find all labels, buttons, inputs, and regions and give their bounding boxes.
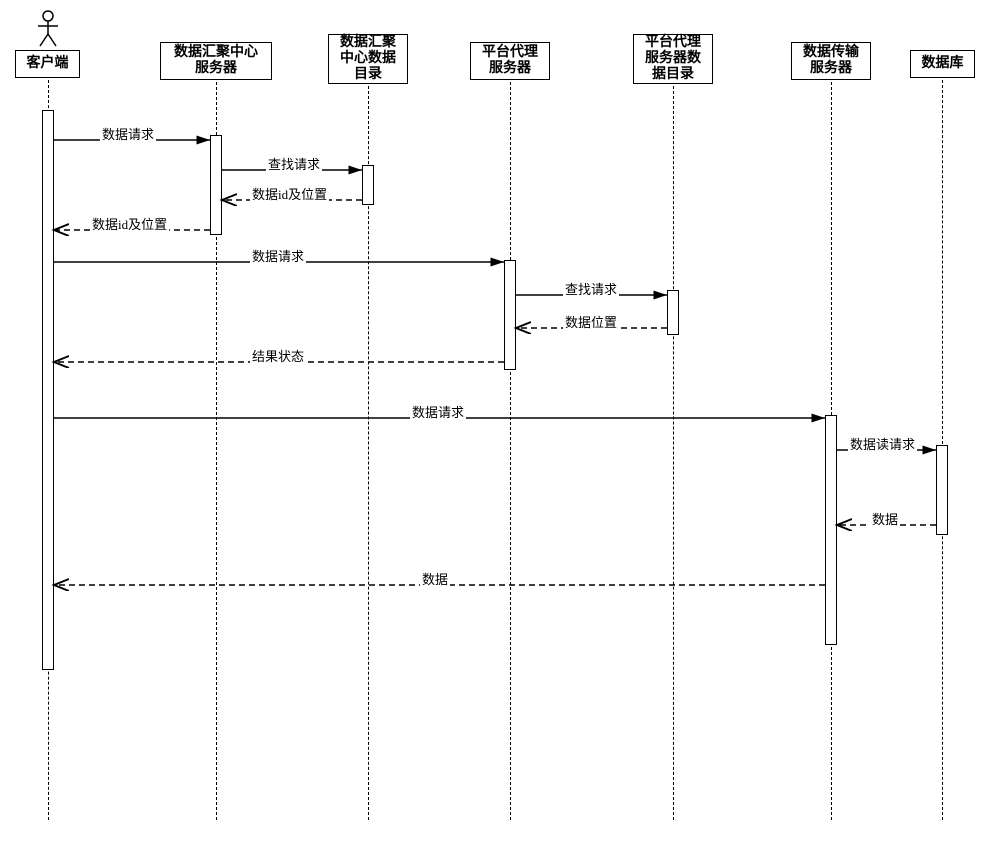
participant-label: 数据汇聚 中心数据 目录 [340,35,396,83]
msg-label: 数据 [420,569,450,588]
activation-agg-dir [362,165,374,205]
msg-label: 数据id及位置 [90,214,169,233]
participant-platform-proxy-dir: 平台代理 服务器数 据目录 [633,34,713,84]
msg-label: 查找请求 [563,279,619,298]
activation-platform-proxy [504,260,516,370]
activation-agg-server [210,135,222,235]
participant-database: 数据库 [910,50,975,78]
msg-label: 数据位置 [563,312,619,331]
participant-label: 平台代理 服务器 [482,45,538,77]
activation-transfer-server [825,415,837,645]
msg-label: 数据请求 [410,402,466,421]
msg-label: 数据 [870,509,900,528]
msg-label: 数据请求 [250,246,306,265]
activation-client [42,110,54,670]
participant-label: 客户端 [27,56,69,72]
lifeline-platform-proxy-dir [673,86,674,820]
activation-database [936,445,948,535]
msg-label: 数据请求 [100,124,156,143]
actor-icon [28,8,68,48]
participant-client: 客户端 [15,50,80,78]
sequence-diagram: 客户端 数据汇聚中心 服务器 数据汇聚 中心数据 目录 平台代理 服务器 平台代… [0,0,1000,847]
msg-label: 数据id及位置 [250,184,329,203]
participant-label: 数据汇聚中心 服务器 [174,45,258,77]
participant-label: 数据库 [922,56,964,72]
activation-platform-proxy-dir [667,290,679,335]
lifeline-platform-proxy [510,82,511,820]
msg-label: 数据读请求 [848,434,917,453]
participant-label: 数据传输 服务器 [803,45,859,77]
participant-agg-server: 数据汇聚中心 服务器 [160,42,272,80]
msg-label: 查找请求 [266,154,322,173]
participant-platform-proxy: 平台代理 服务器 [470,42,550,80]
participant-agg-dir: 数据汇聚 中心数据 目录 [328,34,408,84]
participant-label: 平台代理 服务器数 据目录 [645,35,701,83]
participant-transfer-server: 数据传输 服务器 [791,42,871,80]
msg-label: 结果状态 [250,346,306,365]
